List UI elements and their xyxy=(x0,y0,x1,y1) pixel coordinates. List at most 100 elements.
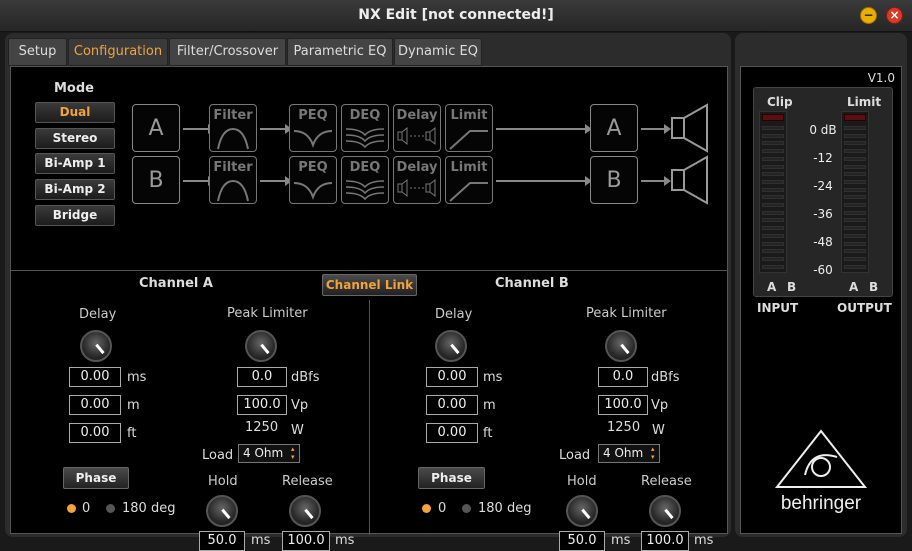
close-icon[interactable]: × xyxy=(886,7,903,24)
limiter-curve-icon xyxy=(449,130,488,150)
channel-b-delay-knob[interactable] xyxy=(435,330,467,362)
peq-curve-icon xyxy=(293,182,333,200)
window-title: NX Edit [not connected!] xyxy=(358,7,554,23)
channel-b-load-label: Load xyxy=(559,448,591,463)
channel-a-load-select[interactable]: 4 Ohm xyxy=(238,444,300,463)
input-b-block[interactable]: B xyxy=(132,156,180,204)
channel-a-delay-ft-field[interactable]: 0.00 xyxy=(69,423,121,443)
input-b-label: B xyxy=(787,280,797,294)
unit-label: W xyxy=(652,423,665,438)
meter-segment xyxy=(844,249,866,254)
input-b-label: B xyxy=(148,168,164,193)
channel-a-hold-field[interactable]: 50.0 xyxy=(199,531,245,551)
channel-a-phase-button[interactable]: Phase xyxy=(63,467,129,489)
unit-label: W xyxy=(291,423,304,438)
unit-label: ft xyxy=(127,426,137,441)
input-meter xyxy=(759,111,787,273)
channel-a-limiter-knob[interactable] xyxy=(245,330,277,362)
channel-b-release-knob[interactable] xyxy=(649,495,681,527)
channel-b-phase-0-label: 0 xyxy=(438,501,447,516)
meter-segment xyxy=(762,210,784,215)
mode-bridge-button[interactable]: Bridge xyxy=(35,205,115,226)
channel-b-release-field[interactable]: 100.0 xyxy=(641,531,689,551)
limit-label: Limit xyxy=(847,95,882,109)
tab-dynamic-eq[interactable]: Dynamic EQ xyxy=(394,38,482,66)
meter-segment xyxy=(762,249,784,254)
meter-segment xyxy=(762,264,784,269)
tab-filter-crossover[interactable]: Filter/Crossover xyxy=(169,38,286,66)
speaker-icon xyxy=(671,155,708,205)
channel-b-hold-knob[interactable] xyxy=(566,495,598,527)
channel-b-phase-button[interactable]: Phase xyxy=(418,467,485,489)
tab-setup[interactable]: Setup xyxy=(8,38,67,66)
channel-a-release-field[interactable]: 100.0 xyxy=(282,531,330,551)
mode-dual-button[interactable]: Dual xyxy=(35,102,115,123)
limit-a-block[interactable]: Limit xyxy=(445,104,493,152)
channel-a-phase-0-radio[interactable] xyxy=(67,504,76,513)
channel-b-dbfs-field[interactable]: 0.0 xyxy=(598,367,648,387)
filter-b-label: Filter xyxy=(213,160,253,175)
channel-a-limiter-label: Peak Limiter xyxy=(227,306,308,321)
version-label: V1.0 xyxy=(867,71,895,85)
channel-a-delay-m-field[interactable]: 0.00 xyxy=(69,395,121,415)
deq-a-block[interactable]: DEQ xyxy=(341,104,389,152)
channel-b-limiter-knob[interactable] xyxy=(605,330,637,362)
db-scale-0: 0 dB xyxy=(809,123,837,137)
meter-segment xyxy=(762,172,784,177)
meter-segment xyxy=(762,233,784,238)
channel-b-delay-ft-field[interactable]: 0.00 xyxy=(426,423,478,443)
title-bar: NX Edit [not connected!] − × xyxy=(0,0,912,32)
flow-arrow xyxy=(496,176,592,186)
minimize-icon[interactable]: − xyxy=(860,7,877,24)
channel-b-load-select[interactable]: 4 Ohm xyxy=(598,444,660,463)
channel-b-vp-field[interactable]: 100.0 xyxy=(598,395,648,415)
unit-label: ms xyxy=(251,533,271,548)
channel-a-delay-knob[interactable] xyxy=(80,330,112,362)
mode-biamp2-button[interactable]: Bi-Amp 2 xyxy=(35,179,115,200)
peq-b-block[interactable]: PEQ xyxy=(289,156,337,204)
channel-b-hold-field[interactable]: 50.0 xyxy=(559,531,605,551)
deq-b-block[interactable]: DEQ xyxy=(341,156,389,204)
output-b-block[interactable]: B xyxy=(590,156,638,204)
unit-label: ms xyxy=(335,533,355,548)
tab-parametric-eq[interactable]: Parametric EQ xyxy=(287,38,393,66)
peq-a-block[interactable]: PEQ xyxy=(289,104,337,152)
meter-segment xyxy=(844,226,866,231)
meter-segment xyxy=(844,164,866,169)
mode-biamp1-button[interactable]: Bi-Amp 1 xyxy=(35,153,115,174)
delay-a-block[interactable]: Delay xyxy=(393,104,441,152)
meter-segment xyxy=(762,133,784,138)
channel-b-delay-ms-field[interactable]: 0.00 xyxy=(426,367,478,387)
channel-a-vp-field[interactable]: 100.0 xyxy=(237,395,287,415)
channel-a-release-knob[interactable] xyxy=(289,495,321,527)
channel-a-phase-180-radio[interactable] xyxy=(106,504,115,513)
channel-b-phase-180-radio[interactable] xyxy=(462,504,471,513)
output-a-block[interactable]: A xyxy=(590,104,638,152)
input-a-block[interactable]: A xyxy=(132,104,180,152)
meter-segment xyxy=(762,164,784,169)
meter-segment xyxy=(762,179,784,184)
channel-a-hold-knob[interactable] xyxy=(206,495,238,527)
delay-b-block[interactable]: Delay xyxy=(393,156,441,204)
limit-b-block[interactable]: Limit xyxy=(445,156,493,204)
tab-configuration[interactable]: Configuration xyxy=(68,38,168,66)
filter-b-block[interactable]: Filter xyxy=(209,156,257,204)
channel-b-hold-label: Hold xyxy=(567,474,597,489)
filter-a-block[interactable]: Filter xyxy=(209,104,257,152)
channel-link-button[interactable]: Channel Link xyxy=(322,274,417,296)
filter-a-label: Filter xyxy=(213,108,253,123)
channel-a-dbfs-field[interactable]: 0.0 xyxy=(237,367,287,387)
output-label: OUTPUT xyxy=(837,301,892,315)
meter-segment xyxy=(844,256,866,261)
channel-b-delay-m-field[interactable]: 0.00 xyxy=(426,395,478,415)
mode-stereo-button[interactable]: Stereo xyxy=(35,128,115,149)
flow-arrow xyxy=(260,176,292,186)
channel-b-limiter-label: Peak Limiter xyxy=(586,306,667,321)
meter-inner: V1.0 Clip Limit 0 dB -12 -24 -36 -48 -60… xyxy=(740,66,902,534)
peq-curve-icon xyxy=(293,130,333,148)
channel-b-phase-0-radio[interactable] xyxy=(422,504,431,513)
output-a-label: A xyxy=(606,116,622,141)
clip-led xyxy=(762,114,784,121)
channel-b-watts: 1250 xyxy=(607,420,641,435)
channel-a-delay-ms-field[interactable]: 0.00 xyxy=(69,367,121,387)
